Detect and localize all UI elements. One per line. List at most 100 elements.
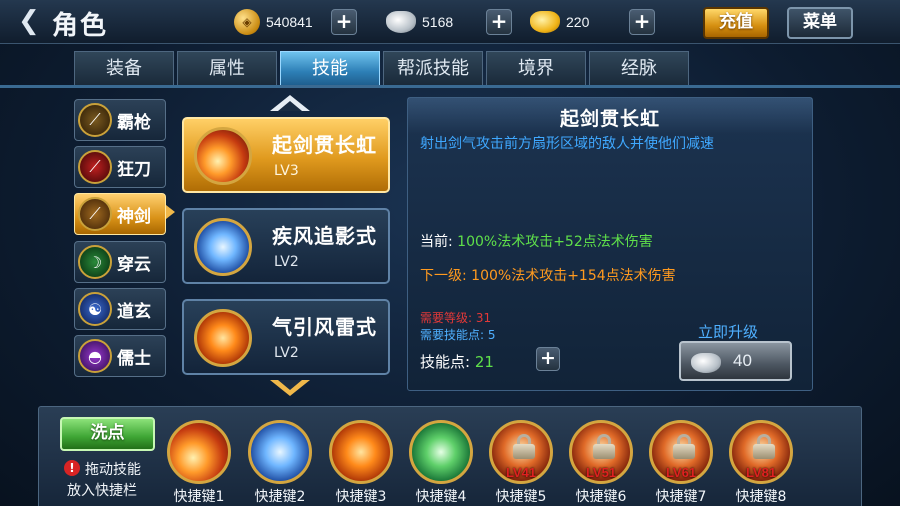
lock-icon [753, 434, 775, 459]
sword-fire-icon [194, 127, 252, 185]
school-item-spear[interactable]: ⟋ 霸枪 [74, 99, 166, 141]
hotkey-label-1: 快捷键1 [173, 489, 225, 505]
wind-sword-icon [194, 218, 252, 276]
game-screen: ❮ 角色 ◈ 540841 + 5168 + 220 + 充值 菜单 装备 属性… [0, 0, 900, 506]
skill-card-2[interactable]: 疾风追影式 LV2 [182, 208, 390, 284]
gold-currency: 220 [530, 9, 589, 35]
required-level: 需要等级: 31 [420, 311, 492, 325]
selected-school-pointer [166, 205, 175, 219]
skill-points-value: 21 [474, 353, 494, 371]
hotkey-slot-4[interactable] [409, 420, 473, 484]
blade-icon: ⟋ [78, 150, 112, 184]
next-label: 下一级: [420, 268, 467, 284]
menu-button[interactable]: 菜单 [787, 7, 853, 39]
coin-icon: ◈ [234, 9, 260, 35]
required-points: 需要技能点: 5 [420, 328, 496, 342]
tab-bar: 装备 属性 技能 帮派技能 境界 经脉 [74, 51, 689, 85]
gold-ingot-icon [530, 11, 560, 33]
lock-icon [673, 434, 695, 459]
back-arrow-icon[interactable]: ❮ [18, 6, 42, 36]
top-bar: ❮ 角色 ◈ 540841 + 5168 + 220 + 充值 菜单 [0, 0, 900, 44]
upgrade-button[interactable]: 40 [679, 341, 792, 381]
school-label: 儒士 [117, 349, 151, 369]
current-effect: 当前: 100%法术攻击+52点法术伤害 [420, 231, 653, 251]
school-item-sword[interactable]: ⟋ 神剑 [74, 193, 166, 235]
unlock-level: LV41 [505, 465, 537, 480]
silver-ingot-icon [691, 353, 721, 373]
school-item-scholar[interactable]: ◓ 儒士 [74, 335, 166, 377]
skill-points-label: 技能点: [420, 353, 471, 371]
detail-title: 起剑贯长虹 [559, 108, 660, 130]
hotkey-label-8: 快捷键8 [735, 489, 787, 505]
silver-ingot-icon [386, 11, 416, 33]
taoist-icon: ☯ [78, 292, 112, 326]
hotkey-slot-3[interactable] [329, 420, 393, 484]
add-gold-button[interactable]: + [629, 9, 655, 35]
add-coins-button[interactable]: + [331, 9, 357, 35]
lock-icon [593, 434, 615, 459]
next-effect: 下一级: 100%法术攻击+154点法术伤害 [420, 265, 676, 285]
school-item-blade[interactable]: ⟋ 狂刀 [74, 146, 166, 188]
hotkey-slot-5[interactable]: LV41 [489, 420, 553, 484]
school-item-bow[interactable]: ☽ 穿云 [74, 241, 166, 283]
tab-meridians[interactable]: 经脉 [589, 51, 689, 85]
thunder-sword-icon [194, 309, 252, 367]
spear-icon: ⟋ [78, 103, 112, 137]
tab-realm[interactable]: 境界 [486, 51, 586, 85]
hotkey-slot-1[interactable] [167, 420, 231, 484]
drag-hint-line1: 拖动技能 [85, 462, 141, 478]
skill-level: LV3 [274, 163, 299, 179]
skill-name: 疾风追影式 [272, 224, 377, 248]
hotkey-slot-7[interactable]: LV61 [649, 420, 713, 484]
hotkey-slot-2[interactable] [248, 420, 312, 484]
tab-equipment[interactable]: 装备 [74, 51, 174, 85]
skill-points: 技能点: 21 [420, 351, 494, 372]
lock-icon [513, 434, 535, 459]
tab-attributes[interactable]: 属性 [177, 51, 277, 85]
reset-points-button[interactable]: 洗点 [60, 417, 155, 451]
skill-name: 起剑贯长虹 [272, 133, 377, 157]
school-label: 道玄 [117, 302, 151, 322]
skill-level: LV2 [274, 345, 299, 361]
school-item-taoist[interactable]: ☯ 道玄 [74, 288, 166, 330]
coin-currency: ◈ 540841 [234, 9, 313, 35]
skill-name: 气引风雷式 [272, 315, 377, 339]
silver-currency: 5168 [386, 9, 453, 35]
next-value: 100%法术攻击+154点法术伤害 [471, 268, 676, 284]
coin-value: 540841 [266, 14, 313, 30]
hotkey-label-7: 快捷键7 [655, 489, 707, 505]
hotkey-label-2: 快捷键2 [254, 489, 306, 505]
hotkey-slot-6[interactable]: LV51 [569, 420, 633, 484]
scroll-up-arrow-icon[interactable] [270, 95, 310, 111]
warning-icon: ! [64, 460, 80, 476]
skill-card-3[interactable]: 气引风雷式 LV2 [182, 299, 390, 375]
school-label: 穿云 [117, 255, 151, 275]
bow-icon: ☽ [78, 245, 112, 279]
fan-icon: ◓ [78, 339, 112, 373]
drag-hint-line2: 放入快捷栏 [67, 483, 137, 499]
upgrade-now-label: 立即升级 [698, 323, 759, 341]
hotkey-label-4: 快捷键4 [415, 489, 467, 505]
unlock-level: LV51 [585, 465, 617, 480]
skill-card-1[interactable]: 起剑贯长虹 LV3 [182, 117, 390, 193]
upgrade-cost: 40 [733, 351, 752, 370]
hotkey-label-3: 快捷键3 [335, 489, 387, 505]
add-silver-button[interactable]: + [486, 9, 512, 35]
unlock-level: LV61 [665, 465, 697, 480]
tab-guild-skills[interactable]: 帮派技能 [383, 51, 483, 85]
skill-detail-panel: 起剑贯长虹 射出剑气攻击前方扇形区域的敌人并使他们减速 当前: 100%法术攻击… [407, 97, 813, 391]
hotkey-label-5: 快捷键5 [495, 489, 547, 505]
tab-skills[interactable]: 技能 [280, 51, 380, 85]
hotkey-label-6: 快捷键6 [575, 489, 627, 505]
hotkey-slot-8[interactable]: LV81 [729, 420, 793, 484]
skill-level: LV2 [274, 254, 299, 270]
unlock-level: LV81 [745, 465, 777, 480]
detail-description: 射出剑气攻击前方扇形区域的敌人并使他们减速 [420, 136, 714, 152]
add-skill-points-button[interactable]: + [536, 347, 560, 371]
page-title: 角色 [52, 11, 109, 41]
scroll-down-arrow-icon[interactable] [270, 380, 310, 396]
school-label: 神剑 [117, 207, 151, 227]
current-value: 100%法术攻击+52点法术伤害 [457, 234, 653, 250]
recharge-button[interactable]: 充值 [703, 7, 769, 39]
current-label: 当前: [420, 234, 453, 250]
